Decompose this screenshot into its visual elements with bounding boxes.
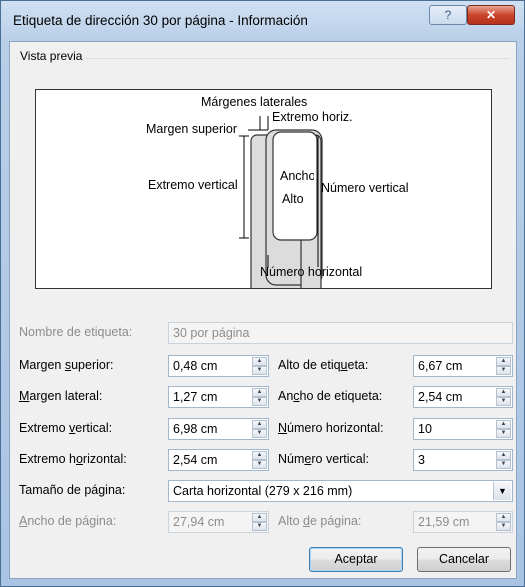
close-button[interactable]: ✕ [467,5,515,25]
margen-lateral-value[interactable]: 1,27 cm [173,390,217,404]
ancho-etiqueta-spin[interactable]: ▲ ▼ [496,388,511,406]
alto-etiqueta-label: Alto de etiqueta: [278,358,369,372]
margen-lateral-label: Margen lateral: [19,389,103,403]
alto-pagina-label: Alto de página: [278,514,362,528]
extremo-vertical-stepper[interactable]: 6,98 cm ▲ ▼ [168,418,269,440]
numero-vertical-value[interactable]: 3 [418,453,425,467]
ancho-pagina-value: 27,94 cm [173,515,225,529]
numero-vertical-stepper[interactable]: 3 ▲ ▼ [413,449,513,471]
dialog-body: Vista previa Márgenes laterales Margen s… [9,41,517,579]
extremo-vertical-value[interactable]: 6,98 cm [173,422,217,436]
ancho-etiqueta-stepper[interactable]: 2,54 cm ▲ ▼ [413,386,513,408]
dialog-title: Etiqueta de dirección 30 por página - In… [13,13,308,28]
extremo-horizontal-value[interactable]: 2,54 cm [173,453,217,467]
spin-down-icon[interactable]: ▼ [496,397,511,406]
spin-down-icon[interactable]: ▼ [496,429,511,438]
extremo-horizontal-label: Extremo horizontal: [19,452,127,466]
margen-superior-label: Margen superior: [19,358,114,372]
preview-label-margen-superior: Margen superior [146,122,238,136]
ancho-etiqueta-label: Ancho de etiqueta: [278,389,383,403]
tamano-pagina-label: Tamaño de página: [19,483,126,497]
preview-label-numero-vertical: Número vertical [321,181,409,195]
spin-down-icon[interactable]: ▼ [252,366,267,375]
numero-horizontal-value[interactable]: 10 [418,422,432,436]
extremo-horizontal-stepper[interactable]: 2,54 cm ▲ ▼ [168,449,269,471]
preview-group-label: Vista previa [18,49,87,63]
ok-button[interactable]: Aceptar [309,547,403,572]
alto-etiqueta-spin[interactable]: ▲ ▼ [496,357,511,375]
preview-label-numero-horizontal: Número horizontal [260,265,363,279]
extremo-vertical-spin[interactable]: ▲ ▼ [252,420,267,438]
preview-label-alto: Alto [282,192,304,206]
label-preview: Márgenes laterales Margen superior Extre… [35,89,492,289]
preview-label-margenes-laterales: Márgenes laterales [201,95,308,109]
extremo-vertical-label: Extremo vertical: [19,421,113,435]
preview-label-extremo-horiz: Extremo horiz. [272,110,353,124]
spin-up-icon: ▲ [252,513,267,522]
title-bar[interactable]: Etiqueta de dirección 30 por página - In… [1,1,524,41]
margen-lateral-spin[interactable]: ▲ ▼ [252,388,267,406]
spin-up-icon[interactable]: ▲ [496,420,511,429]
alto-pagina-spin: ▲ ▼ [496,513,511,531]
tamano-pagina-value[interactable]: Carta horizontal (279 x 216 mm) [173,484,352,498]
spin-down-icon[interactable]: ▼ [252,397,267,406]
spin-down-icon[interactable]: ▼ [252,429,267,438]
spin-up-icon[interactable]: ▲ [252,388,267,397]
label-diagram [239,116,323,288]
nombre-etiqueta-value: 30 por página [173,326,250,340]
spin-up-icon: ▲ [496,513,511,522]
spin-down-icon: ▼ [252,522,267,531]
ancho-pagina-spin: ▲ ▼ [252,513,267,531]
numero-horizontal-spin[interactable]: ▲ ▼ [496,420,511,438]
cancel-button[interactable]: Cancelar [417,547,511,572]
spin-up-icon[interactable]: ▲ [252,357,267,366]
tamano-pagina-select[interactable]: Carta horizontal (279 x 216 mm) ▼ [168,480,513,502]
extremo-horizontal-spin[interactable]: ▲ ▼ [252,451,267,469]
ancho-pagina-label: Ancho de página: [19,514,117,528]
numero-vertical-label: Número vertical: [278,452,370,466]
margen-lateral-stepper[interactable]: 1,27 cm ▲ ▼ [168,386,269,408]
alto-pagina-stepper: 21,59 cm ▲ ▼ [413,511,513,533]
label-inner [272,131,318,241]
preview-group-border [16,58,510,59]
alto-pagina-value: 21,59 cm [418,515,470,529]
spin-down-icon[interactable]: ▼ [496,366,511,375]
close-icon: ✕ [485,8,497,22]
chevron-down-icon[interactable]: ▼ [493,482,511,500]
ancho-etiqueta-value[interactable]: 2,54 cm [418,390,462,404]
spin-down-icon[interactable]: ▼ [252,460,267,469]
margen-superior-stepper[interactable]: 0,48 cm ▲ ▼ [168,355,269,377]
nombre-etiqueta-field: 30 por página [168,322,513,344]
alto-etiqueta-value[interactable]: 6,67 cm [418,359,462,373]
spin-up-icon[interactable]: ▲ [496,357,511,366]
spin-down-icon: ▼ [496,522,511,531]
spin-down-icon[interactable]: ▼ [496,460,511,469]
spin-up-icon[interactable]: ▲ [496,451,511,460]
help-icon: ? [444,8,452,22]
nombre-etiqueta-label: Nombre de etiqueta: [19,325,133,339]
margen-superior-spin[interactable]: ▲ ▼ [252,357,267,375]
numero-vertical-spin[interactable]: ▲ ▼ [496,451,511,469]
preview-label-ancho: Ancho [280,169,314,183]
dialog-window: Etiqueta de dirección 30 por página - In… [0,0,525,587]
alto-etiqueta-stepper[interactable]: 6,67 cm ▲ ▼ [413,355,513,377]
spin-up-icon[interactable]: ▲ [496,388,511,397]
numero-horizontal-stepper[interactable]: 10 ▲ ▼ [413,418,513,440]
margen-superior-value[interactable]: 0,48 cm [173,359,217,373]
preview-label-extremo-vertical: Extremo vertical [148,178,238,192]
numero-horizontal-label: Número horizontal: [278,421,384,435]
help-button[interactable]: ? [429,5,467,25]
spin-up-icon[interactable]: ▲ [252,420,267,429]
spin-up-icon[interactable]: ▲ [252,451,267,460]
ancho-pagina-stepper: 27,94 cm ▲ ▼ [168,511,269,533]
